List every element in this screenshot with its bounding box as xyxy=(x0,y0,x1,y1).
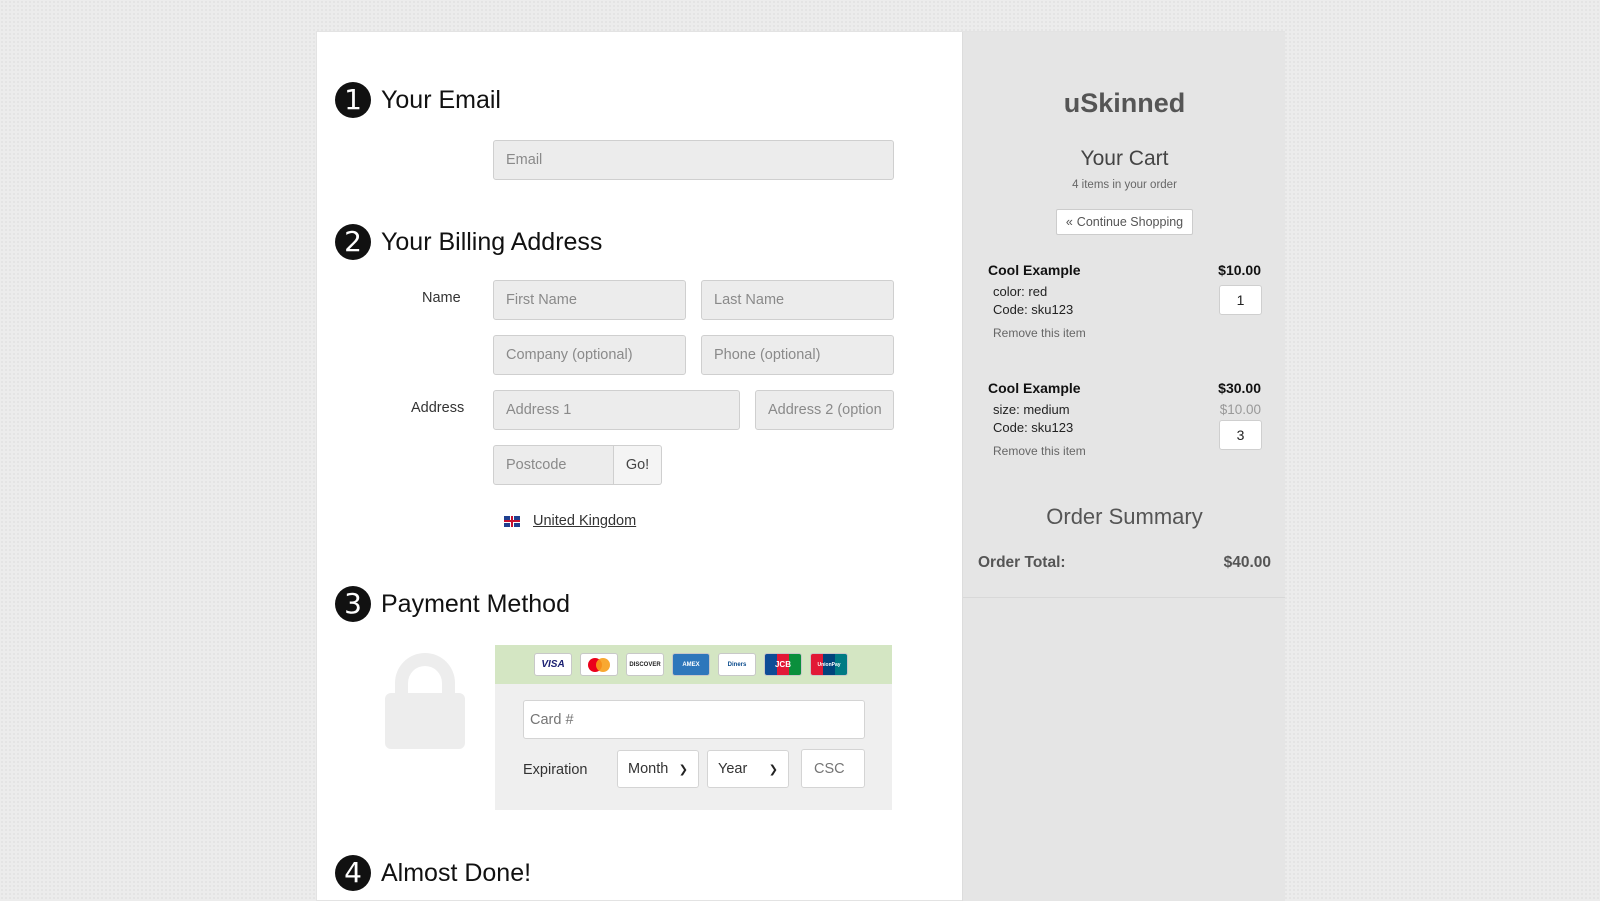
section-payment-title: 3 Payment Method xyxy=(335,586,570,622)
checkout-page: 1 Your Email 2 Your Billing Address Name… xyxy=(316,31,1285,901)
section-email-title: 1 Your Email xyxy=(335,82,501,118)
double-chevron-left-icon: « xyxy=(1065,215,1073,229)
chevron-down-icon: ❯ xyxy=(768,763,778,776)
phone-input[interactable] xyxy=(701,335,894,375)
cart-item-quantity-input[interactable]: 3 xyxy=(1219,420,1262,450)
discover-card-icon: DISCOVER xyxy=(626,653,664,676)
company-input[interactable] xyxy=(493,335,686,375)
lock-icon xyxy=(385,653,465,749)
section-done-heading: Almost Done! xyxy=(381,858,532,887)
step-number-3: 3 xyxy=(335,586,371,622)
amex-card-icon: AMEX xyxy=(672,653,710,676)
cart-item-price: $10.00 xyxy=(1218,262,1261,278)
cart-item-name: Cool Example xyxy=(988,262,1081,278)
cart-item-code: Code: sku123 xyxy=(993,420,1074,435)
csc-input[interactable] xyxy=(801,749,865,788)
unionpay-card-icon: UnionPay xyxy=(810,653,848,676)
step-number-2: 2 xyxy=(335,224,371,260)
diners-card-icon: Diners xyxy=(718,653,756,676)
postcode-input[interactable] xyxy=(493,445,614,485)
jcb-card-icon: JCB xyxy=(764,653,802,676)
cart-item-unit-price: $10.00 xyxy=(1219,402,1261,417)
postcode-go-button[interactable]: Go! xyxy=(614,445,662,485)
cart-item-code: Code: sku123 xyxy=(993,302,1074,317)
brand-logo: uSkinned xyxy=(1063,88,1186,118)
address1-input[interactable] xyxy=(493,390,740,430)
country-link[interactable]: United Kingdom xyxy=(533,513,636,529)
cart-title: Your Cart xyxy=(1080,147,1169,170)
section-payment-heading: Payment Method xyxy=(381,589,570,618)
year-select[interactable]: Year ❯ xyxy=(707,750,789,788)
card-number-input[interactable] xyxy=(523,700,865,739)
order-summary-title: Order Summary xyxy=(1046,504,1203,529)
last-name-input[interactable] xyxy=(701,280,894,320)
order-total-label: Order Total: xyxy=(978,554,1066,571)
first-name-input[interactable] xyxy=(493,280,686,320)
order-total-value: $40.00 xyxy=(1223,554,1271,571)
section-billing-heading: Your Billing Address xyxy=(381,227,603,256)
email-input[interactable] xyxy=(493,140,894,180)
month-select[interactable]: Month ❯ xyxy=(617,750,699,788)
accepted-cards: VISA DISCOVER AMEX Diners JCB UnionPay xyxy=(495,645,892,684)
cart-item-count: 4 items in your order xyxy=(1072,179,1177,191)
cart-item-price: $30.00 xyxy=(1218,380,1261,396)
section-billing-title: 2 Your Billing Address xyxy=(335,224,602,260)
continue-shopping-label: Continue Shopping xyxy=(1076,215,1184,229)
checkout-form: 1 Your Email 2 Your Billing Address Name… xyxy=(317,32,962,901)
cart-item-quantity-input[interactable]: 1 xyxy=(1219,285,1262,315)
visa-card-icon: VISA xyxy=(534,653,572,676)
payment-box: VISA DISCOVER AMEX Diners JCB UnionPay E… xyxy=(495,645,892,810)
cart-item-attribute: color: red xyxy=(993,284,1048,299)
month-select-value: Month xyxy=(628,761,669,777)
cart-panel: uSkinned Your Cart 4 items in your order… xyxy=(963,32,1285,598)
cart-item-attribute: size: medium xyxy=(993,402,1070,417)
chevron-down-icon: ❯ xyxy=(678,763,688,776)
country-selector[interactable]: United Kingdom xyxy=(504,513,636,529)
cart-item-name: Cool Example xyxy=(988,380,1081,396)
expiration-label: Expiration xyxy=(523,762,588,778)
cart-sidebar: uSkinned Your Cart 4 items in your order… xyxy=(962,32,1285,901)
step-number-1: 1 xyxy=(335,82,371,118)
mastercard-icon xyxy=(580,653,618,676)
year-select-value: Year xyxy=(718,761,748,777)
remove-item-link[interactable]: Remove this item xyxy=(993,326,1086,340)
section-done-title: 4 Almost Done! xyxy=(335,855,531,891)
address-label: Address xyxy=(411,400,465,416)
name-label: Name xyxy=(422,290,461,306)
uk-flag-icon xyxy=(504,515,520,527)
step-number-4: 4 xyxy=(335,855,371,891)
remove-item-link[interactable]: Remove this item xyxy=(993,444,1086,458)
address2-input[interactable] xyxy=(755,390,894,430)
section-email-heading: Your Email xyxy=(381,85,501,114)
continue-shopping-button[interactable]: « Continue Shopping xyxy=(1056,209,1193,235)
